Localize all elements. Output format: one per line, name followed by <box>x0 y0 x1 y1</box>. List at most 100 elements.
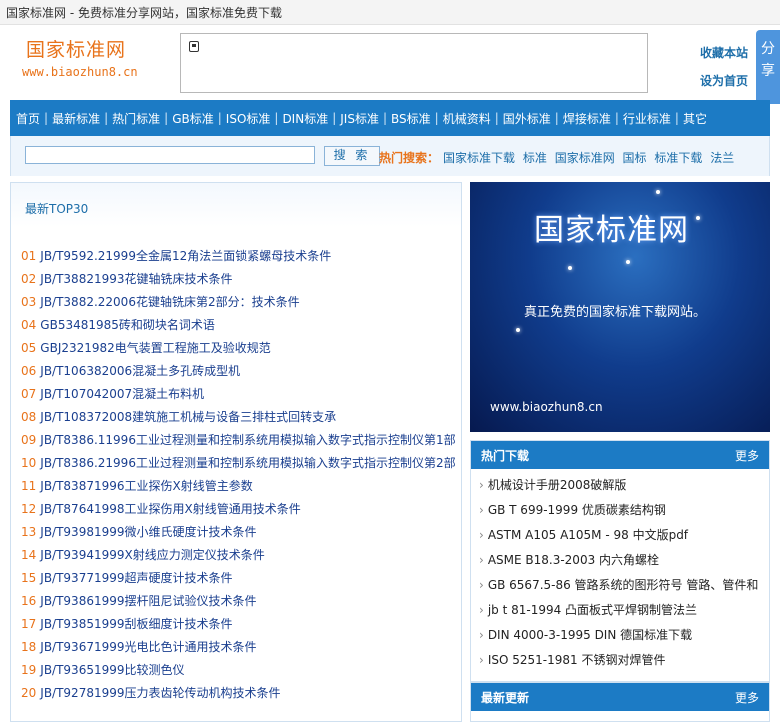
top30-list-item[interactable]: 16 JB/T93861999摆杆阻尼试验仪技术条件 <box>21 590 456 613</box>
hot-download-link[interactable]: GB T 699-1999 优质碳素结构钢 <box>488 503 666 517</box>
star-decoration <box>696 216 700 220</box>
top30-list-item[interactable]: 15 JB/T93771999超声硬度计技术条件 <box>21 567 456 590</box>
top30-list-item[interactable]: 11 JB/T83871996工业探伤X射线管主参数 <box>21 475 456 498</box>
hot-download-link[interactable]: GB 6567.5-86 管路系统的图形符号 管路、管件和 <box>488 578 759 592</box>
hot-search-link[interactable]: 标准 <box>523 151 547 165</box>
hot-search-link[interactable]: 法兰 <box>710 151 734 165</box>
nav-item-mechanical[interactable]: | 机械资料 <box>431 110 491 127</box>
top30-list-item[interactable]: 19 JB/T93651999比较测色仪 <box>21 659 456 682</box>
hot-search-link[interactable]: 国家标准网 <box>555 151 615 165</box>
top30-rank-number: 13 <box>21 525 37 539</box>
top30-item-link[interactable]: JB/T9592.21999全金属12角法兰面锁紧螺母技术条件 <box>40 249 331 263</box>
top30-list-item[interactable]: 09 JB/T8386.11996工业过程测量和控制系统用模拟输入数字式指示控制仪… <box>21 429 456 452</box>
top30-item-link[interactable]: JB/T93651999比较测色仪 <box>40 663 184 677</box>
hot-download-item[interactable]: › 机械设计手册2008破解版 <box>479 473 759 498</box>
top30-list-item[interactable]: 08 JB/T108372008建筑施工机械与设备三排柱式回转支承 <box>21 406 456 429</box>
share-button[interactable]: 分 享 <box>756 30 780 104</box>
top30-item-link[interactable]: GB53481985砖和砌块名词术语 <box>40 318 215 332</box>
top30-list-item[interactable]: 13 JB/T93981999微小维氏硬度计技术条件 <box>21 521 456 544</box>
nav-item-home[interactable]: 首页 <box>16 110 40 127</box>
top30-item-link[interactable]: JB/T93851999刮板细度计技术条件 <box>40 617 232 631</box>
top30-item-link[interactable]: JB/T93941999X射线应力测定仪技术条件 <box>40 548 264 562</box>
nav-item-industry[interactable]: | 行业标准 <box>611 110 671 127</box>
top30-list-item[interactable]: 17 JB/T93851999刮板细度计技术条件 <box>21 613 456 636</box>
top30-item-link[interactable]: JB/T93861999摆杆阻尼试验仪技术条件 <box>40 594 256 608</box>
banner-url: www.biaozhun8.cn <box>490 400 603 414</box>
add-favorite-link[interactable]: 收藏本站 <box>700 44 748 61</box>
top30-item-link[interactable]: JB/T83871996工业探伤X射线管主参数 <box>40 479 252 493</box>
top30-item-link[interactable]: JB/T93981999微小维氏硬度计技术条件 <box>40 525 256 539</box>
bullet-icon: › <box>479 528 484 542</box>
top30-list-item[interactable]: 06 JB/T106382006混凝土多孔砖成型机 <box>21 360 456 383</box>
top30-list-item[interactable]: 05 GBJ2321982电气装置工程施工及验收规范 <box>21 337 456 360</box>
site-logo-title[interactable]: 国家标准网 <box>26 35 126 62</box>
hot-download-link[interactable]: ISO 5251-1981 不锈钢对焊管件 <box>488 653 666 667</box>
hot-downloads-list: › 机械设计手册2008破解版 › GB T 699-1999 优质碳素结构钢 › AST… <box>471 469 769 673</box>
hot-download-link[interactable]: ASTM A105 A105M - 98 中文版pdf <box>488 528 688 542</box>
hot-download-item[interactable]: › GB 6567.5-86 管路系统的图形符号 管路、管件和 <box>479 573 759 598</box>
hot-download-item[interactable]: › ASTM A105 A105M - 98 中文版pdf <box>479 523 759 548</box>
top30-list-item[interactable]: 20 JB/T92781999压力表齿轮传动机构技术条件 <box>21 682 456 705</box>
nav-item-welding[interactable]: | 焊接标准 <box>551 110 611 127</box>
nav-item-hot[interactable]: | 热门标准 <box>100 110 160 127</box>
star-decoration <box>626 260 630 264</box>
top30-item-link[interactable]: JB/T92781999压力表齿轮传动机构技术条件 <box>40 686 280 700</box>
top30-item-link[interactable]: JB/T38821993花键轴铣床技术条件 <box>40 272 232 286</box>
top30-item-link[interactable]: JB/T107042007混凝土布料机 <box>40 387 204 401</box>
top30-item-link[interactable]: JB/T3882.22006花键轴铣床第2部分：技术条件 <box>40 295 299 309</box>
hot-downloads-more-link[interactable]: 更多 <box>735 447 759 464</box>
top30-list-item[interactable]: 02 JB/T38821993花键轴铣床技术条件 <box>21 268 456 291</box>
top30-item-link[interactable]: JB/T8386.11996工业过程测量和控制系统用模拟输入数字式指示控制仪第1… <box>40 433 455 447</box>
top30-rank-number: 15 <box>21 571 37 585</box>
hot-downloads-panel: 热门下载 更多 › 机械设计手册2008破解版 › GB T 699-1999 优质碳… <box>470 440 770 682</box>
hot-search-link[interactable]: 国家标准下载 <box>443 151 515 165</box>
top30-list-item[interactable]: 10 JB/T8386.21996工业过程测量和控制系统用模拟输入数字式指示控制仪… <box>21 452 456 475</box>
top30-list-item[interactable]: 18 JB/T93671999光电比色计通用技术条件 <box>21 636 456 659</box>
search-button[interactable]: 搜 索 <box>324 146 380 166</box>
hot-download-item[interactable]: › ASME B18.3-2003 内六角螺栓 <box>479 548 759 573</box>
latest-updates-more-link[interactable]: 更多 <box>735 689 759 706</box>
top30-item-link[interactable]: JB/T108372008建筑施工机械与设备三排柱式回转支承 <box>40 410 336 424</box>
hot-download-link[interactable]: ASME B18.3-2003 内六角螺栓 <box>488 553 659 567</box>
browser-title-bar: 国家标准网 - 免费标准分享网站，国家标准免费下载 <box>0 0 780 25</box>
nav-item-din[interactable]: | DIN标准 <box>270 110 328 127</box>
plugin-placeholder-icon <box>189 41 199 52</box>
top30-rank-number: 20 <box>21 686 37 700</box>
top30-rank-number: 06 <box>21 364 37 378</box>
nav-item-gb[interactable]: | GB标准 <box>160 110 214 127</box>
hot-search-link[interactable]: 国标 <box>623 151 647 165</box>
nav-item-bs[interactable]: | BS标准 <box>379 110 431 127</box>
set-homepage-link[interactable]: 设为首页 <box>700 72 748 89</box>
site-logo-url[interactable]: www.biaozhun8.cn <box>22 65 138 79</box>
hot-download-item[interactable]: › jb t 81-1994 凸面板式平焊钢制管法兰 <box>479 598 759 623</box>
site-banner[interactable]: 国家标准网 真正免费的国家标准下载网站。 www.biaozhun8.cn <box>470 182 770 432</box>
top30-list-item[interactable]: 14 JB/T93941999X射线应力测定仪技术条件 <box>21 544 456 567</box>
top30-list-item[interactable]: 01 JB/T9592.21999全金属12角法兰面锁紧螺母技术条件 <box>21 245 456 268</box>
top30-rank-number: 14 <box>21 548 37 562</box>
hot-download-item[interactable]: › GB T 699-1999 优质碳素结构钢 <box>479 498 759 523</box>
nav-item-jis[interactable]: | JIS标准 <box>328 110 379 127</box>
top30-item-link[interactable]: JB/T87641998工业探伤用X射线管通用技术条件 <box>40 502 300 516</box>
hot-search-link[interactable]: 标准下载 <box>654 151 702 165</box>
top30-item-link[interactable]: JB/T106382006混凝土多孔砖成型机 <box>40 364 240 378</box>
nav-item-latest[interactable]: | 最新标准 <box>40 110 100 127</box>
top30-list-item[interactable]: 04 GB53481985砖和砌块名词术语 <box>21 314 456 337</box>
hot-download-item[interactable]: › ISO 5251-1981 不锈钢对焊管件 <box>479 648 759 673</box>
hot-download-link[interactable]: DIN 4000-3-1995 DIN 德国标准下载 <box>488 628 692 642</box>
hot-download-item[interactable]: › DIN 4000-3-1995 DIN 德国标准下载 <box>479 623 759 648</box>
top30-item-link[interactable]: GBJ2321982电气装置工程施工及验收规范 <box>40 341 271 355</box>
hot-download-link[interactable]: jb t 81-1994 凸面板式平焊钢制管法兰 <box>488 603 697 617</box>
top30-list-item[interactable]: 07 JB/T107042007混凝土布料机 <box>21 383 456 406</box>
top30-item-link[interactable]: JB/T93671999光电比色计通用技术条件 <box>40 640 256 654</box>
top30-item-link[interactable]: JB/T8386.21996工业过程测量和控制系统用模拟输入数字式指示控制仪第2… <box>40 456 455 470</box>
top30-rank-number: 17 <box>21 617 37 631</box>
nav-item-iso[interactable]: | ISO标准 <box>214 110 271 127</box>
bullet-icon: › <box>479 603 484 617</box>
nav-item-other[interactable]: | 其它 <box>671 110 707 127</box>
hot-download-link[interactable]: 机械设计手册2008破解版 <box>488 478 627 492</box>
top30-item-link[interactable]: JB/T93771999超声硬度计技术条件 <box>40 571 232 585</box>
top30-list-item[interactable]: 12 JB/T87641998工业探伤用X射线管通用技术条件 <box>21 498 456 521</box>
search-input[interactable] <box>25 146 315 164</box>
nav-item-foreign[interactable]: | 国外标准 <box>491 110 551 127</box>
top30-list-item[interactable]: 03 JB/T3882.22006花键轴铣床第2部分：技术条件 <box>21 291 456 314</box>
